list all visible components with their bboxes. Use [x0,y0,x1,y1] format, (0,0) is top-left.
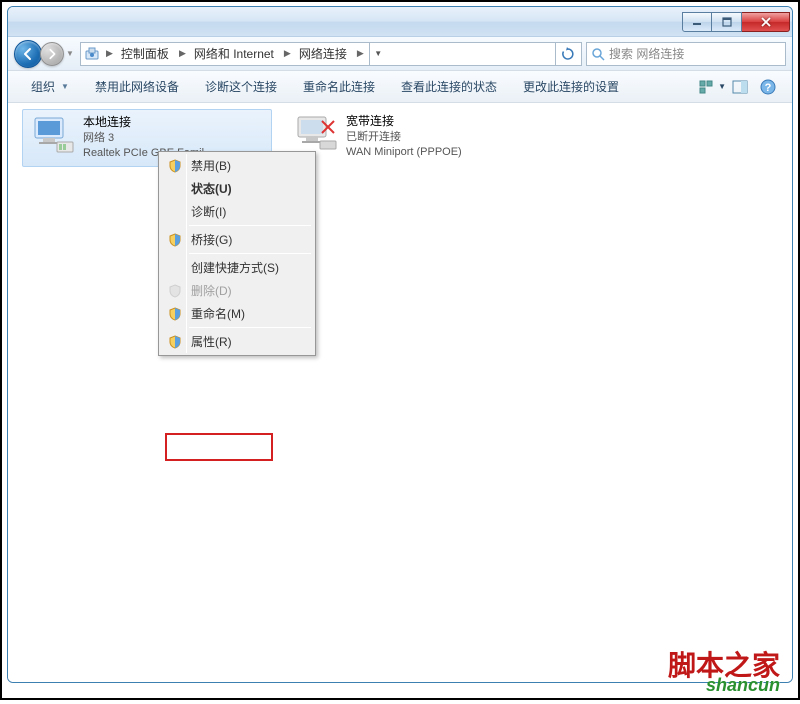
toolbar-help-button[interactable]: ? [754,75,782,99]
maximize-button[interactable] [712,12,742,32]
context-menu-diagnose[interactable]: 诊断(I) [161,200,313,223]
chevron-right-icon[interactable]: ▶ [177,48,188,59]
navbar: ▼ ▶ 控制面板 ▶ 网络和 Internet ▶ 网络连接 ▶ ▼ 搜索 网络… [8,37,792,71]
context-menu: 禁用(B) 状态(U) 诊断(I) 桥接(G) 创建快捷方式(S) 删除(D) … [158,151,316,356]
chevron-right-icon[interactable]: ▶ [104,48,115,59]
context-menu-disable[interactable]: 禁用(B) [161,154,313,177]
shield-icon [166,333,184,351]
shield-icon [166,231,184,249]
breadcrumb-segment[interactable]: 控制面板 [118,42,174,65]
search-input[interactable]: 搜索 网络连接 [586,42,786,66]
context-menu-status[interactable]: 状态(U) [161,177,313,200]
svg-text:?: ? [765,82,772,94]
toolbar-view-button[interactable]: ▼ [695,80,726,94]
address-dropdown-button[interactable]: ▼ [369,42,387,66]
toolbar: 组织▼ 禁用此网络设备 诊断这个连接 重命名此连接 查看此连接的状态 更改此连接… [8,71,792,103]
broadband-adapter-icon [292,113,340,153]
breadcrumb-segment[interactable]: 网络和 Internet [191,42,279,65]
toolbar-change-settings[interactable]: 更改此连接的设置 [510,72,632,101]
search-placeholder: 搜索 网络连接 [609,45,684,62]
context-menu-create-shortcut[interactable]: 创建快捷方式(S) [161,256,313,279]
toolbar-organize[interactable]: 组织▼ [18,72,82,101]
connection-name: 本地连接 [83,114,213,131]
watermark-domain: shancun [706,675,780,696]
search-icon [591,47,605,61]
connection-network: 网络 3 [83,131,213,146]
nav-forward-button[interactable] [40,42,64,66]
minimize-button[interactable] [682,12,712,32]
context-menu-properties[interactable]: 属性(R) [161,330,313,353]
annotation-highlight [165,433,273,461]
location-icon [83,45,101,63]
context-menu-bridge[interactable]: 桥接(G) [161,228,313,251]
shield-icon [166,282,184,300]
shield-icon [166,305,184,323]
nav-history-dropdown[interactable]: ▼ [64,44,76,64]
address-bar[interactable]: ▶ 控制面板 ▶ 网络和 Internet ▶ 网络连接 ▶ ▼ [80,42,582,66]
toolbar-preview-pane-button[interactable] [726,75,754,99]
refresh-button[interactable] [555,42,579,66]
connection-item-broadband[interactable]: 宽带连接 已断开连接 WAN Miniport (PPPOE) [286,109,536,165]
chevron-right-icon[interactable]: ▶ [282,48,293,59]
toolbar-view-status[interactable]: 查看此连接的状态 [388,72,510,101]
breadcrumb-segment[interactable]: 网络连接 [296,42,352,65]
titlebar [8,7,792,37]
connection-device: WAN Miniport (PPPOE) [346,145,462,160]
content-area: 本地连接 网络 3 Realtek PCIe GBE Famil... 宽带连接… [8,103,792,682]
connection-status: 已断开连接 [346,130,462,145]
context-menu-delete: 删除(D) [161,279,313,302]
context-menu-rename[interactable]: 重命名(M) [161,302,313,325]
toolbar-rename[interactable]: 重命名此连接 [290,72,388,101]
shield-icon [166,157,184,175]
network-adapter-icon [29,114,77,154]
connection-name: 宽带连接 [346,113,462,130]
explorer-window: ▼ ▶ 控制面板 ▶ 网络和 Internet ▶ 网络连接 ▶ ▼ 搜索 网络… [7,6,793,683]
toolbar-diagnose[interactable]: 诊断这个连接 [192,72,290,101]
nav-back-button[interactable] [14,40,42,68]
chevron-right-icon[interactable]: ▶ [355,48,366,59]
close-button[interactable] [742,12,790,32]
toolbar-disable-device[interactable]: 禁用此网络设备 [82,72,192,101]
